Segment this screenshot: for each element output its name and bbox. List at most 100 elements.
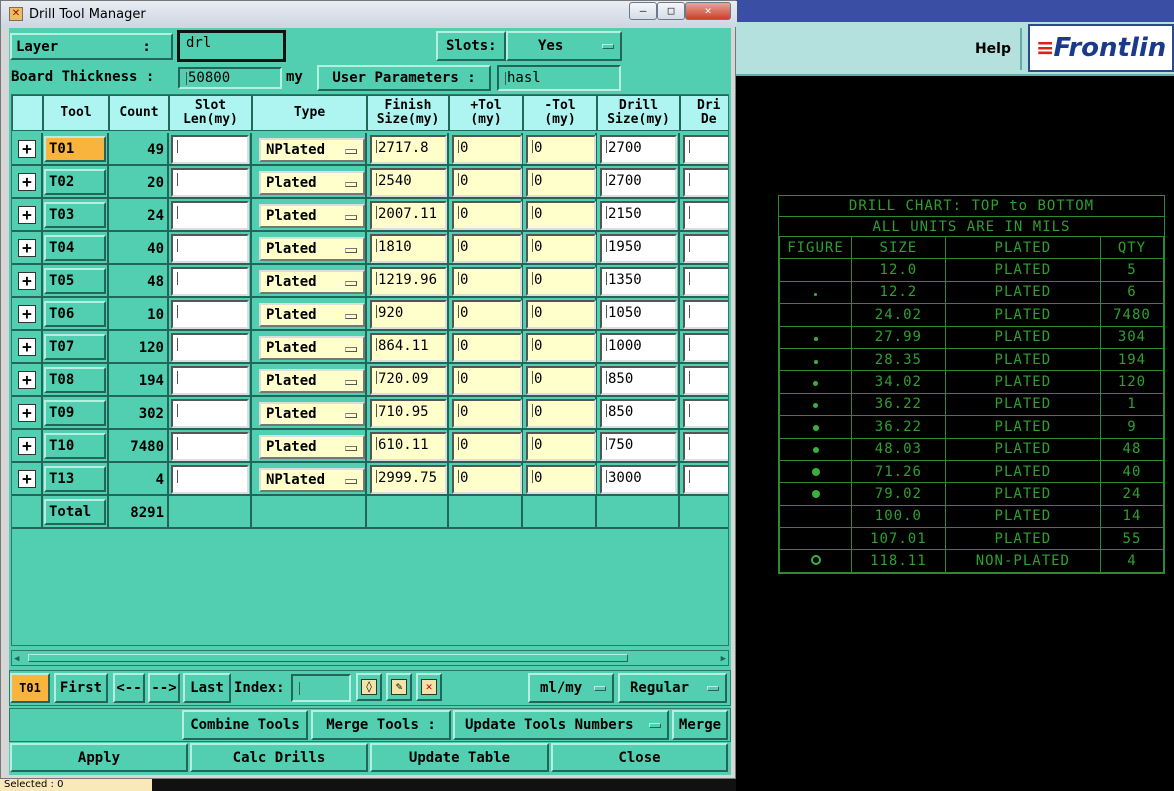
drill-size-input[interactable]: 1000 [600,333,677,362]
plus-tol-input[interactable]: 0 [452,234,522,263]
expand-row-icon[interactable]: + [18,470,36,488]
slot-length-input[interactable] [171,135,249,164]
slot-length-input[interactable] [171,168,249,197]
drill-depth-input[interactable] [683,300,728,329]
drill-depth-input[interactable] [683,168,728,197]
type-dropdown[interactable]: Plated [259,336,365,360]
expand-row-icon[interactable]: + [18,371,36,389]
tool-button[interactable]: T06 [44,301,106,327]
slot-length-input[interactable] [171,333,249,362]
minus-tol-input[interactable]: 0 [526,234,596,263]
prev-button[interactable]: <-- [113,673,145,703]
slot-length-input[interactable] [171,300,249,329]
drill-size-input[interactable]: 1050 [600,300,677,329]
layer-input[interactable]: drl [177,30,286,62]
slot-length-input[interactable] [171,366,249,395]
drill-depth-input[interactable] [683,399,728,428]
drill-size-input[interactable]: 2700 [600,135,677,164]
minus-tol-input[interactable]: 0 [526,267,596,296]
slot-length-input[interactable] [171,432,249,461]
finish-size-input[interactable]: 2999.75 [370,465,447,494]
drill-depth-input[interactable] [683,135,728,164]
first-button[interactable]: First [54,673,108,703]
drill-size-input[interactable]: 2700 [600,168,677,197]
expand-row-icon[interactable]: + [18,338,36,356]
scrollbar-thumb[interactable] [28,654,628,662]
drill-size-input[interactable]: 1350 [600,267,677,296]
type-dropdown[interactable]: Plated [259,204,365,228]
close-window-button[interactable]: ✕ [685,2,731,20]
plus-tol-input[interactable]: 0 [452,300,522,329]
plus-tol-input[interactable]: 0 [452,267,522,296]
expand-row-icon[interactable]: + [18,272,36,290]
index-input[interactable] [291,674,351,702]
user-parameters-button[interactable]: User Parameters : [317,65,491,91]
minus-tol-input[interactable]: 0 [526,333,596,362]
drill-size-input[interactable]: 850 [600,366,677,395]
horizontal-scrollbar[interactable]: ◀ ▶ [11,650,729,666]
last-button[interactable]: Last [183,673,231,703]
type-dropdown[interactable]: Plated [259,270,365,294]
plus-tol-input[interactable]: 0 [452,465,522,494]
tool-button[interactable]: T05 [44,268,106,294]
finish-size-input[interactable]: 864.11 [370,333,447,362]
minus-tol-input[interactable]: 0 [526,432,596,461]
minus-tol-input[interactable]: 0 [526,135,596,164]
slot-length-input[interactable] [171,465,249,494]
apply-button[interactable]: Apply [10,743,188,772]
drill-depth-input[interactable] [683,234,728,263]
plus-tol-input[interactable]: 0 [452,201,522,230]
tool-button[interactable]: T07 [44,334,106,360]
plus-tol-input[interactable]: 0 [452,168,522,197]
minus-tol-input[interactable]: 0 [526,168,596,197]
type-dropdown[interactable]: Plated [259,303,365,327]
close-button[interactable]: Close [551,743,728,772]
help-button[interactable]: Help [966,28,1022,70]
plus-tol-input[interactable]: 0 [452,135,522,164]
minus-tol-input[interactable]: 0 [526,399,596,428]
plus-tol-input[interactable]: 0 [452,366,522,395]
finish-size-input[interactable]: 610.11 [370,432,447,461]
finish-size-input[interactable]: 710.95 [370,399,447,428]
drill-size-input[interactable]: 2150 [600,201,677,230]
slot-length-input[interactable] [171,267,249,296]
expand-row-icon[interactable]: + [18,140,36,158]
combine-tools-button[interactable]: Combine Tools [182,710,308,740]
board-thickness-input[interactable]: 50800 [178,67,282,89]
tool-button[interactable]: T04 [44,235,106,261]
finish-size-input[interactable]: 2007.11 [370,201,447,230]
finish-size-input[interactable]: 720.09 [370,366,447,395]
delete-tool-button[interactable]: ✕ [416,673,442,701]
tool-button[interactable]: T01 [44,136,106,162]
tool-button[interactable]: T13 [44,466,106,492]
merge-mode-dropdown[interactable]: Update Tools Numbers [453,710,669,740]
drill-size-input[interactable]: 750 [600,432,677,461]
finish-size-input[interactable]: 1810 [370,234,447,263]
slot-length-input[interactable] [171,234,249,263]
drill-depth-input[interactable] [683,267,728,296]
plus-tol-input[interactable]: 0 [452,399,522,428]
drill-depth-input[interactable] [683,201,728,230]
drill-size-input[interactable]: 3000 [600,465,677,494]
update-table-button[interactable]: Update Table [370,743,549,772]
finish-size-input[interactable]: 920 [370,300,447,329]
type-dropdown[interactable]: Plated [259,402,365,426]
user-parameters-input[interactable]: hasl [497,65,621,91]
tool-button[interactable]: T02 [44,169,106,195]
expand-row-icon[interactable]: + [18,206,36,224]
next-button[interactable]: --> [148,673,180,703]
type-dropdown[interactable]: Plated [259,369,365,393]
drill-size-input[interactable]: 1950 [600,234,677,263]
expand-row-icon[interactable]: + [18,437,36,455]
edit-tool-button[interactable]: ✎ [386,673,412,701]
tool-button[interactable]: T09 [44,400,106,426]
minimize-button[interactable]: — [629,2,657,20]
minus-tol-input[interactable]: 0 [526,366,596,395]
type-dropdown[interactable]: Plated [259,435,365,459]
scroll-left-icon[interactable]: ◀ [14,654,19,664]
drill-depth-input[interactable] [683,465,728,494]
expand-row-icon[interactable]: + [18,404,36,422]
finish-size-input[interactable]: 1219.96 [370,267,447,296]
mode-dropdown[interactable]: Regular [618,673,727,703]
finish-size-input[interactable]: 2540 [370,168,447,197]
